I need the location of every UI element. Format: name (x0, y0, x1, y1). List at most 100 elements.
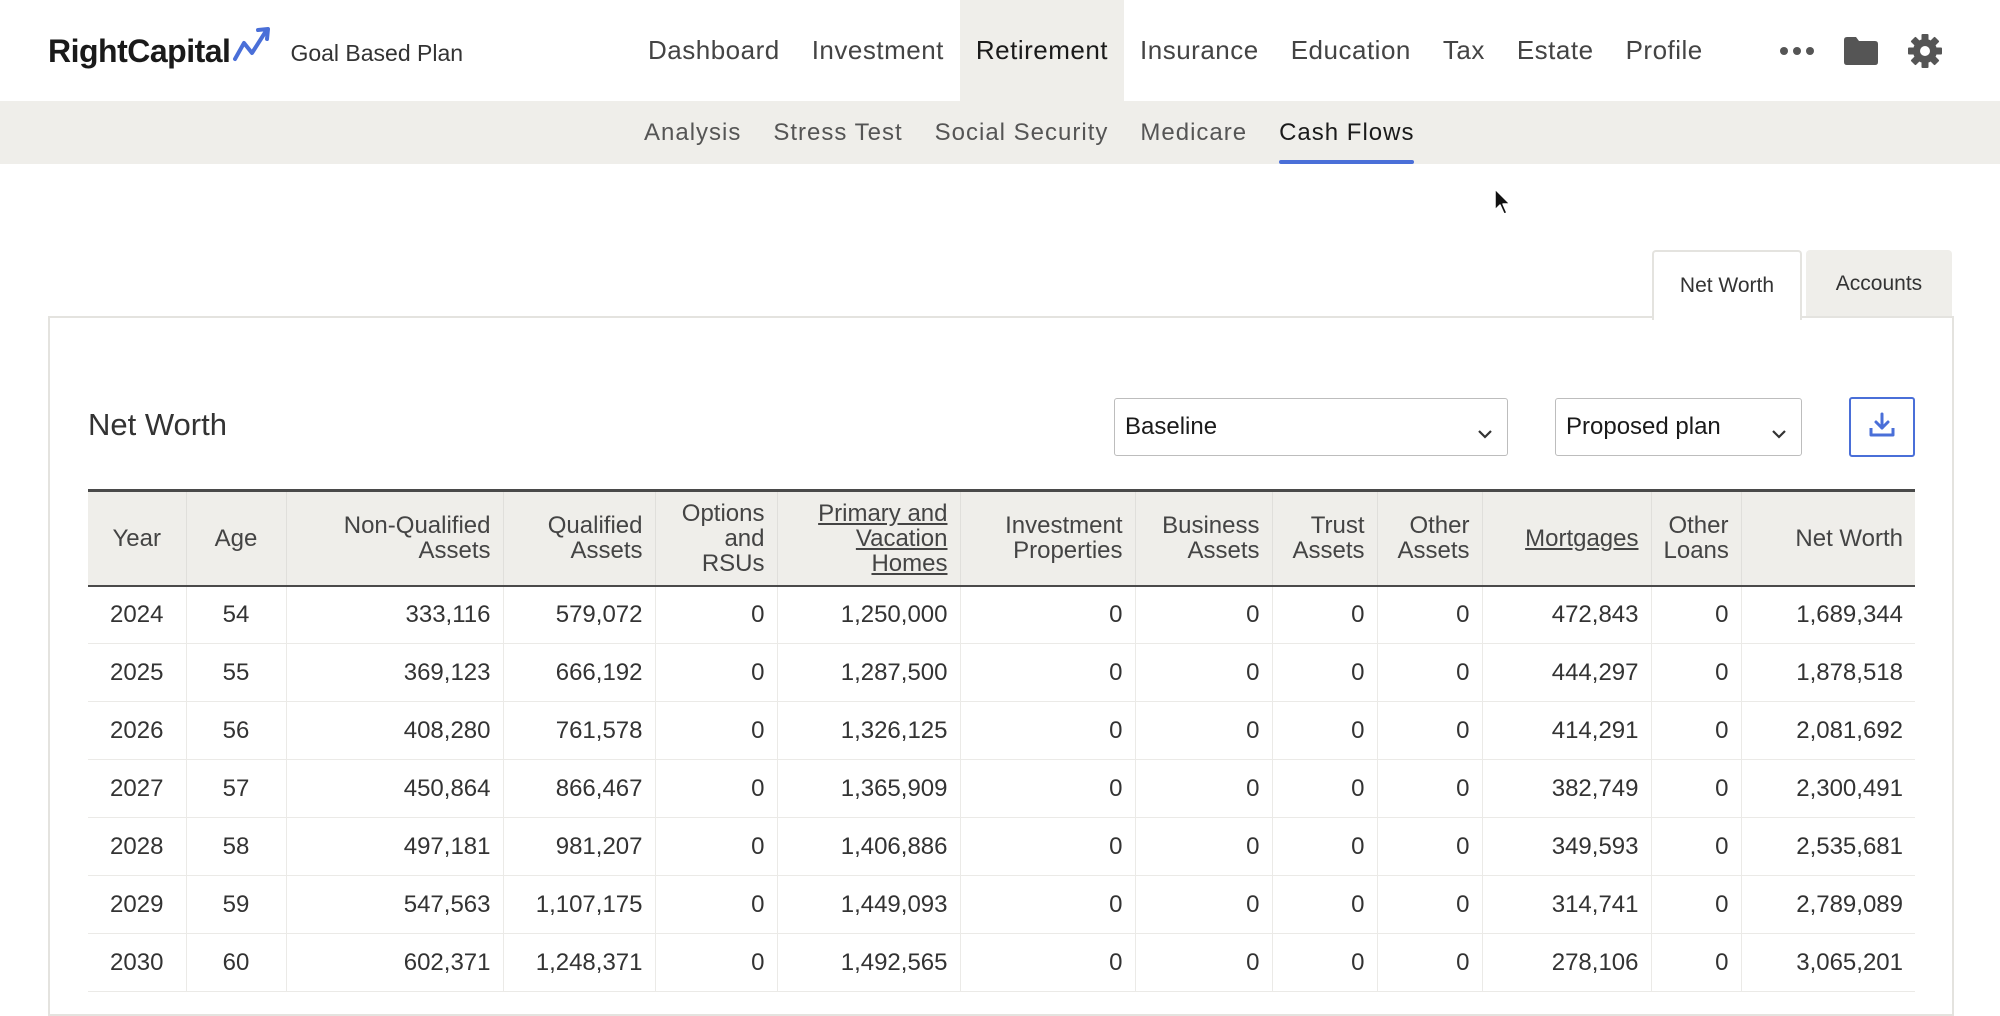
column-header-options-and-rsus: Options and RSUs (655, 489, 778, 587)
table-cell-age: 57 (186, 759, 287, 818)
scenario-select-value: Baseline (1125, 413, 1218, 440)
table-cell-trust-assets: 0 (1272, 817, 1378, 876)
table-row: 2026 56 408,280 761,578 0 1,326,125 0 0 0 0 414,29… (88, 701, 1915, 760)
table-cell-options-and-rsus: 0 (655, 817, 778, 876)
gear-icon[interactable] (1900, 33, 1950, 69)
tab-social-security[interactable]: Social Security (919, 101, 1125, 164)
column-header-label: Trust Assets (1292, 512, 1365, 565)
table-row: 2030 60 602,371 1,248,371 0 1,492,565 0 0 0 0 278,… (88, 933, 1915, 992)
chevron-down-icon (1771, 419, 1787, 447)
table-cell-other-assets: 0 (1377, 933, 1483, 992)
table-cell-qualified-assets: 1,107,175 (503, 875, 656, 934)
table-cell-non-qualified-assets: 497,181 (286, 817, 504, 876)
nav-item-investment[interactable]: Investment (796, 0, 960, 101)
table-body: 2024 54 333,116 579,072 0 1,250,000 0 0 0 0 472,84… (88, 585, 1915, 992)
table-cell-other-assets: 0 (1377, 585, 1483, 644)
table-cell-other-loans: 0 (1651, 643, 1742, 702)
nav-item-tax[interactable]: Tax (1427, 0, 1501, 101)
tab-analysis[interactable]: Analysis (628, 101, 757, 164)
table-cell-options-and-rsus: 0 (655, 585, 778, 644)
table-row: 2029 59 547,563 1,107,175 0 1,449,093 0 0 0 0 314,… (88, 875, 1915, 934)
table-cell-investment-properties: 0 (960, 759, 1136, 818)
nav-item-retirement[interactable]: Retirement (959, 0, 1125, 101)
folder-icon[interactable] (1836, 36, 1886, 66)
nav-item-estate[interactable]: Estate (1501, 0, 1610, 101)
table-cell-other-assets: 0 (1377, 875, 1483, 934)
table-cell-primary-and-vacation-homes: 1,250,000 (777, 585, 961, 644)
table-cell-year: 2025 (88, 643, 187, 702)
table-cell-non-qualified-assets: 450,864 (286, 759, 504, 818)
table-cell-business-assets: 0 (1135, 759, 1273, 818)
tab-accounts[interactable]: Accounts (1806, 250, 1952, 318)
table-cell-trust-assets: 0 (1272, 643, 1378, 702)
column-header-trust-assets: Trust Assets (1272, 489, 1378, 587)
more-icon[interactable] (1772, 46, 1822, 56)
table-cell-mortgages: 444,297 (1482, 643, 1652, 702)
table-cell-net-worth: 3,065,201 (1741, 933, 1915, 992)
column-header-mortgages[interactable]: Mortgages (1482, 489, 1652, 587)
table-cell-net-worth: 1,689,344 (1741, 585, 1915, 644)
column-header-label: Options and RSUs (681, 499, 765, 577)
tab-medicare[interactable]: Medicare (1124, 101, 1263, 164)
table-cell-trust-assets: 0 (1272, 759, 1378, 818)
column-header-label: Business Assets (1162, 512, 1260, 565)
logo-text: RightCapital (48, 32, 231, 69)
logo-arrow-icon (232, 25, 274, 70)
table-cell-primary-and-vacation-homes: 1,287,500 (777, 643, 961, 702)
net-worth-table: Year Age Non-Qualified Assets Qualified Ass… (88, 489, 1915, 992)
sub-navigation-bar: Analysis Stress Test Social Security Medica… (0, 101, 2000, 164)
table-cell-mortgages: 414,291 (1482, 701, 1652, 760)
table-cell-other-assets: 0 (1377, 643, 1483, 702)
column-header-label: Other Loans (1663, 512, 1729, 565)
table-cell-age: 58 (186, 817, 287, 876)
table-cell-qualified-assets: 1,248,371 (503, 933, 656, 992)
brand[interactable]: RightCapital Goal Based Plan (48, 25, 463, 74)
table-cell-investment-properties: 0 (960, 701, 1136, 760)
column-header-label: Non-Qualified Assets (343, 512, 491, 565)
column-header-label[interactable]: Mortgages (1525, 525, 1638, 552)
table-cell-year: 2024 (88, 585, 187, 644)
table-cell-trust-assets: 0 (1272, 701, 1378, 760)
column-header-other-loans: Other Loans (1651, 489, 1742, 587)
table-cell-non-qualified-assets: 333,116 (286, 585, 504, 644)
tab-net-worth[interactable]: Net Worth (1652, 250, 1802, 320)
column-header-investment-properties: Investment Properties (960, 489, 1136, 587)
plan-select-value: Proposed plan (1566, 413, 1721, 440)
table-cell-primary-and-vacation-homes: 1,326,125 (777, 701, 961, 760)
table-cell-options-and-rsus: 0 (655, 759, 778, 818)
nav-item-profile[interactable]: Profile (1610, 0, 1719, 101)
table-cell-investment-properties: 0 (960, 817, 1136, 876)
table-cell-investment-properties: 0 (960, 875, 1136, 934)
table-cell-non-qualified-assets: 369,123 (286, 643, 504, 702)
nav-item-insurance[interactable]: Insurance (1124, 0, 1275, 101)
table-cell-mortgages: 314,741 (1482, 875, 1652, 934)
table-cell-non-qualified-assets: 602,371 (286, 933, 504, 992)
column-header-business-assets: Business Assets (1135, 489, 1273, 587)
column-header-year: Year (88, 489, 187, 587)
table-cell-investment-properties: 0 (960, 933, 1136, 992)
column-header-net-worth: Net Worth (1741, 489, 1915, 587)
column-header-label: Net Worth (1795, 524, 1903, 552)
tab-cash-flows[interactable]: Cash Flows (1263, 101, 1430, 164)
table-cell-other-loans: 0 (1651, 585, 1742, 644)
table-cell-business-assets: 0 (1135, 643, 1273, 702)
sub-nav: Analysis Stress Test Social Security Medica… (628, 101, 1430, 164)
top-navigation-bar: RightCapital Goal Based Plan Dashboard In… (0, 0, 2000, 101)
table-cell-net-worth: 2,300,491 (1741, 759, 1915, 818)
plan-select[interactable]: Proposed plan (1555, 398, 1802, 456)
table-cell-options-and-rsus: 0 (655, 933, 778, 992)
scenario-select[interactable]: Baseline (1114, 398, 1508, 456)
table-cell-qualified-assets: 761,578 (503, 701, 656, 760)
table-cell-age: 56 (186, 701, 287, 760)
column-header-label[interactable]: Primary and Vacation Homes (818, 500, 947, 577)
table-cell-trust-assets: 0 (1272, 585, 1378, 644)
tab-stress-test[interactable]: Stress Test (757, 101, 918, 164)
table-cell-other-loans: 0 (1651, 759, 1742, 818)
nav-item-education[interactable]: Education (1275, 0, 1427, 101)
column-header-label: Year (112, 524, 162, 552)
column-header-primary-and-vacation-homes[interactable]: Primary and Vacation Homes (777, 489, 961, 587)
nav-item-dashboard[interactable]: Dashboard (632, 0, 796, 101)
download-button[interactable] (1849, 397, 1915, 457)
table-cell-qualified-assets: 866,467 (503, 759, 656, 818)
table-cell-trust-assets: 0 (1272, 933, 1378, 992)
